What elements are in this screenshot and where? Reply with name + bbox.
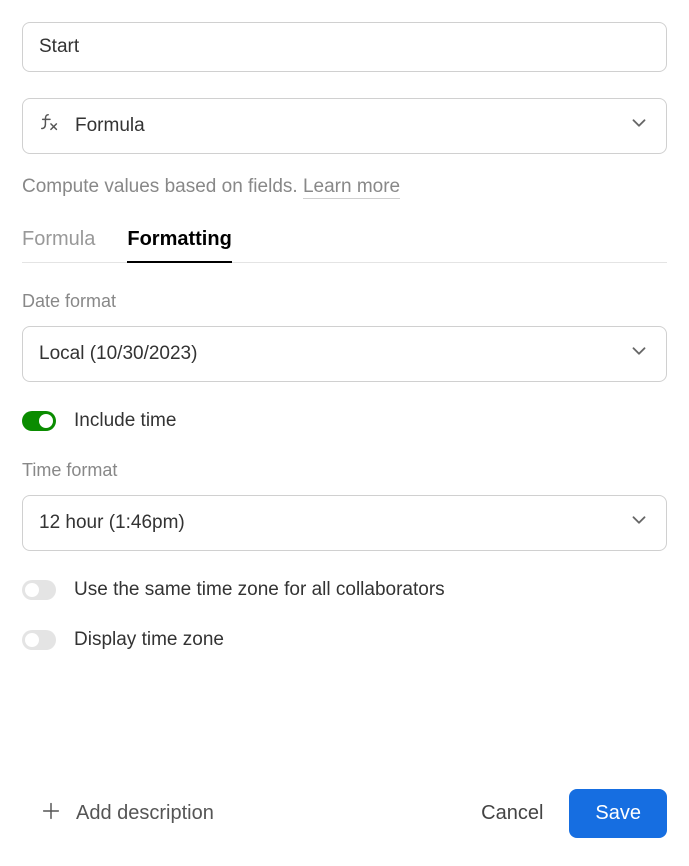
chevron-down-icon: [628, 112, 650, 140]
date-format-select[interactable]: Local (10/30/2023): [22, 326, 667, 382]
time-format-select[interactable]: 12 hour (1:46pm): [22, 495, 667, 551]
same-timezone-label: Use the same time zone for all collabora…: [74, 579, 445, 601]
display-timezone-label: Display time zone: [74, 629, 224, 651]
formula-icon: [39, 112, 61, 140]
toggle-knob: [39, 414, 53, 428]
time-format-label: Time format: [22, 460, 667, 481]
plus-icon: [40, 800, 62, 828]
same-timezone-toggle[interactable]: [22, 580, 56, 600]
include-time-toggle[interactable]: [22, 411, 56, 431]
time-format-value: 12 hour (1:46pm): [39, 512, 185, 534]
field-type-description: Compute values based on fields. Learn mo…: [22, 176, 667, 198]
field-name-input[interactable]: [22, 22, 667, 72]
footer-actions: Cancel Save: [481, 789, 667, 838]
add-description-button[interactable]: Add description: [22, 800, 214, 828]
description-text: Compute values based on fields.: [22, 176, 298, 197]
date-format-label: Date format: [22, 291, 667, 312]
date-format-value: Local (10/30/2023): [39, 343, 197, 365]
footer: Add description Cancel Save: [22, 789, 667, 838]
learn-more-link[interactable]: Learn more: [303, 176, 400, 199]
chevron-down-icon: [628, 340, 650, 368]
field-type-select[interactable]: Formula: [22, 98, 667, 154]
save-button[interactable]: Save: [569, 789, 667, 838]
config-tabs: Formula Formatting: [22, 228, 667, 263]
tab-formatting[interactable]: Formatting: [127, 228, 231, 263]
chevron-down-icon: [628, 509, 650, 537]
include-time-label: Include time: [74, 410, 176, 432]
field-type-label: Formula: [75, 115, 145, 137]
field-type-select-content: Formula: [39, 112, 145, 140]
toggle-knob: [25, 633, 39, 647]
cancel-button[interactable]: Cancel: [481, 802, 543, 825]
add-description-label: Add description: [76, 802, 214, 825]
display-timezone-toggle[interactable]: [22, 630, 56, 650]
toggle-knob: [25, 583, 39, 597]
tab-formula[interactable]: Formula: [22, 228, 95, 263]
